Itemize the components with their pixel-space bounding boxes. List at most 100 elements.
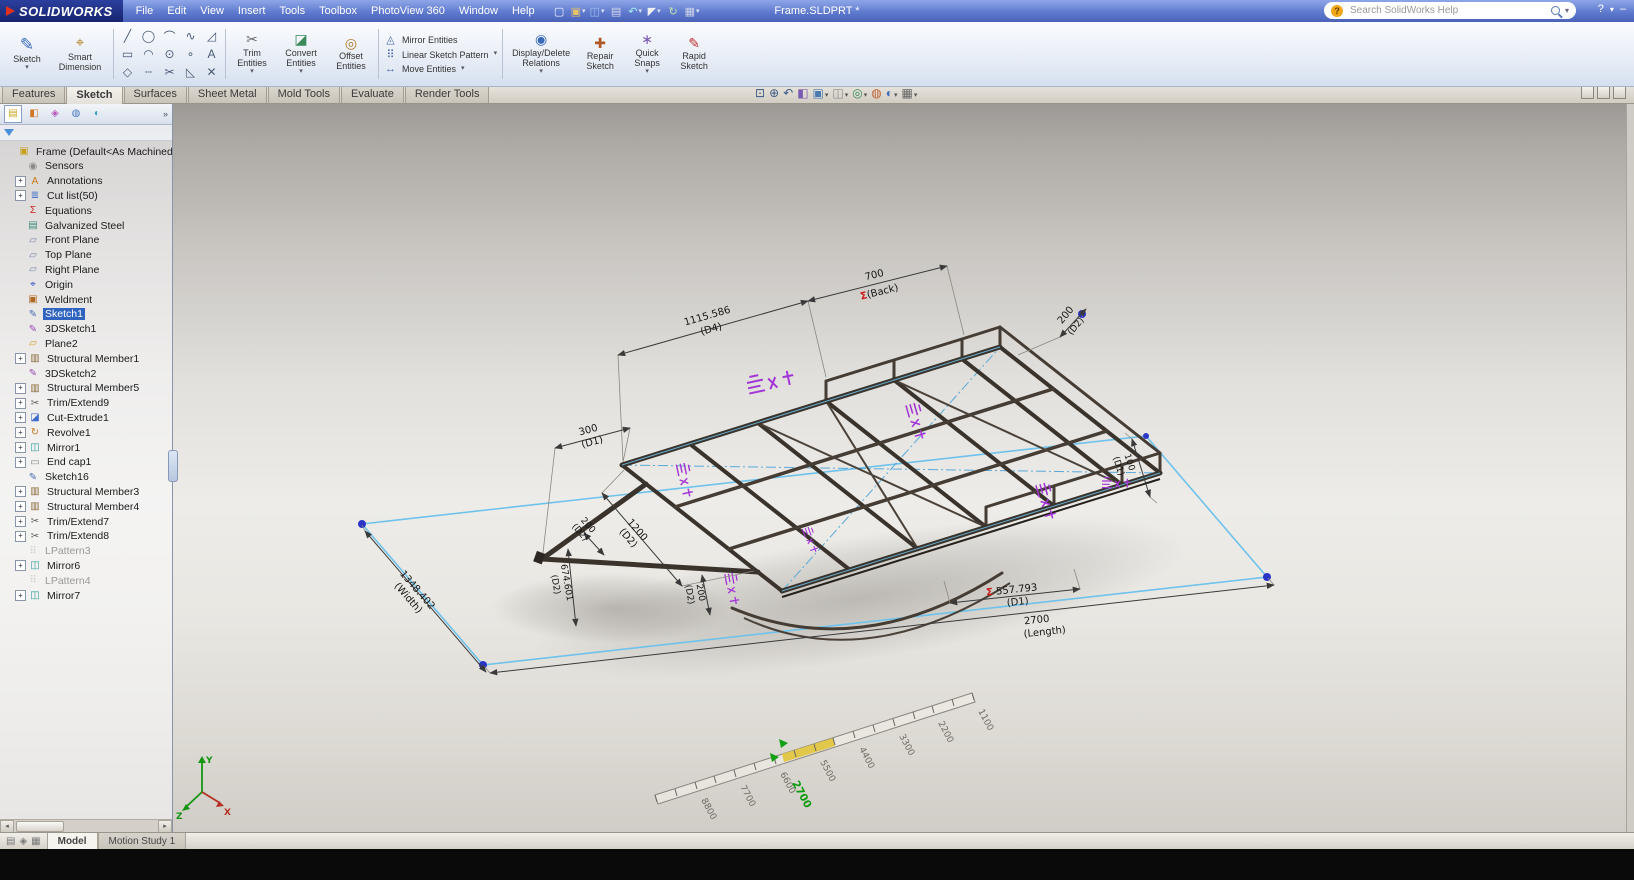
search-input[interactable] [1348,4,1546,17]
expand-toggle-icon[interactable] [14,472,25,483]
property-manager-tab-icon[interactable]: ◧ [25,105,43,123]
menu-item[interactable]: Window [452,3,505,19]
graphics-viewport[interactable]: 700 Σ(Back) 1115.586 (D4) 200 (D2) 300 (… [0,103,1627,832]
menu-item[interactable]: Help [505,3,542,19]
restore-pane-icon[interactable] [1613,86,1626,99]
expand-toggle-icon[interactable] [14,338,25,349]
tree-item[interactable]: ▱ Right Plane [2,263,172,278]
undo-icon[interactable]: ↶ [627,3,644,19]
spline-tool-icon[interactable]: ∿ [180,27,201,45]
tree-item[interactable]: + ▭ End cap1 [2,455,172,470]
display-delete-relations-button[interactable]: ◉ Display/Delete Relations ▾ [506,24,576,84]
tree-item[interactable]: ⠿ LPattern3 [2,544,172,559]
dimxpert-manager-tab-icon[interactable]: ◍ [67,105,85,123]
expand-toggle-icon[interactable] [14,235,25,246]
trim-entities-button[interactable]: ✂ Trim Entities ▾ [229,24,275,84]
convert-entities-button[interactable]: ◪ Convert Entities ▾ [275,24,327,84]
centerline-tool-icon[interactable]: ┄ [138,63,159,81]
expand-toggle-icon[interactable]: + [15,486,26,497]
menu-item[interactable]: Insert [231,3,273,19]
tree-item[interactable]: ▱ Top Plane [2,248,172,263]
tree-item[interactable]: + ↻ Revolve1 [2,425,172,440]
panel-chevron-icon[interactable] [163,109,168,119]
display-manager-tab-icon[interactable]: ◐ [88,105,106,123]
minimize-icon[interactable]: ‒ [1620,3,1626,15]
scroll-right-icon[interactable]: ▸ [158,820,172,833]
point-tool-icon[interactable]: ∘ [180,45,201,63]
status-tab[interactable]: Model [47,833,98,849]
panel-splitter-handle[interactable] [168,450,178,482]
save-icon[interactable]: ◫ [589,3,606,19]
view-orientation-icon[interactable]: ▣ [813,86,829,100]
status-tab[interactable]: Motion Study 1 [98,833,187,849]
erase-tool-icon[interactable]: ✕ [201,63,222,81]
tree-item[interactable]: ◉ Sensors [2,159,172,174]
tree-filter-row[interactable] [0,125,172,141]
zoom-area-icon[interactable]: ⊕ [769,86,779,100]
expand-toggle-icon[interactable] [14,250,25,261]
trim-caret-icon[interactable]: ▾ [250,69,254,76]
polygon-tool-icon[interactable]: ◇ [117,63,138,81]
sketch-handle[interactable] [358,520,366,528]
sketch-caret-icon[interactable]: ▾ [25,65,29,72]
move-caret-icon[interactable]: ▾ [461,66,465,73]
tree-item[interactable]: ▱ Front Plane [2,233,172,248]
line-tool-icon[interactable]: ╱ [117,27,138,45]
expand-toggle-icon[interactable]: + [15,176,26,187]
tree-item[interactable]: ✎ 3DSketch2 [2,366,172,381]
relations-caret-icon[interactable]: ▾ [539,69,543,76]
configuration-manager-tab-icon[interactable]: ◈ [46,105,64,123]
menu-item[interactable]: View [193,3,231,19]
menu-item[interactable]: File [129,3,161,19]
linear-sketch-pattern-button[interactable]: ⠿ Linear Sketch Pattern ▾ [384,48,497,61]
tree-item[interactable]: ✎ 3DSketch1 [2,322,172,337]
expand-toggle-icon[interactable]: + [15,427,26,438]
ellipse-tool-icon[interactable]: ⊙ [159,45,180,63]
tree-item[interactable]: ✎ Sketch16 [2,470,172,485]
edit-appearance-icon[interactable]: ◍ [871,86,881,100]
tree-item[interactable]: + ◪ Cut-Extrude1 [2,411,172,426]
tree-item[interactable]: ▤ Galvanized Steel [2,218,172,233]
tree-item[interactable]: + ▥ Structural Member1 [2,351,172,366]
circle-tool-icon[interactable]: ◯ [138,27,159,45]
expand-toggle-icon[interactable] [14,324,25,335]
tree-item[interactable]: + ▥ Structural Member5 [2,381,172,396]
scroll-left-icon[interactable]: ◂ [0,820,14,833]
tree-item[interactable]: ▱ Plane2 [2,337,172,352]
expand-toggle-icon[interactable]: + [15,398,26,409]
search-icon[interactable] [1551,6,1560,15]
expand-toggle-icon[interactable]: + [15,190,26,201]
expand-toggle-icon[interactable] [14,294,25,305]
rectangle-tool-icon[interactable]: ▭ [117,45,138,63]
panel-horizontal-scrollbar[interactable]: ◂ ▸ [0,819,172,832]
expand-toggle-icon[interactable]: + [15,560,26,571]
mirror-entities-button[interactable]: ◬ Mirror Entities [384,33,497,46]
tree-item[interactable]: + A Annotations [2,174,172,189]
menu-item[interactable]: Tools [272,3,312,19]
text-tool-icon[interactable]: A [201,45,222,63]
help-search-box[interactable]: ? ▾ [1324,2,1576,19]
display-style-icon[interactable]: ◫ [832,86,848,100]
split-pane-icon[interactable] [1581,86,1594,99]
zoom-fit-icon[interactable]: ⊡ [755,86,765,100]
filter-funnel-icon[interactable] [4,129,14,136]
slot-tool-icon[interactable]: ◠ [138,45,159,63]
trim-small-tool-icon[interactable]: ✂ [159,63,180,81]
print-icon[interactable]: ▤ [608,3,625,19]
expand-toggle-icon[interactable] [14,309,25,320]
tree-item[interactable]: + ✂ Trim/Extend8 [2,529,172,544]
section-view-icon[interactable]: ◧ [797,86,808,100]
linear-pattern-caret-icon[interactable]: ▾ [494,51,498,58]
rapid-sketch-button[interactable]: ✎ Rapid Sketch [670,24,718,84]
scrollbar-thumb[interactable] [16,821,64,832]
expand-toggle-icon[interactable]: + [15,353,26,364]
expand-toggle-icon[interactable] [14,264,25,275]
grid-status-icon[interactable]: ▤ [6,836,15,847]
expand-toggle-icon[interactable] [14,205,25,216]
tree-root-item[interactable]: ▣ Frame (Default<As Machined>< [2,144,172,159]
expand-toggle-icon[interactable]: + [15,531,26,542]
tree-item[interactable]: + ✂ Trim/Extend9 [2,396,172,411]
menu-item[interactable]: Edit [160,3,193,19]
expand-toggle-icon[interactable]: + [15,383,26,394]
expand-toggle-icon[interactable]: + [15,457,26,468]
